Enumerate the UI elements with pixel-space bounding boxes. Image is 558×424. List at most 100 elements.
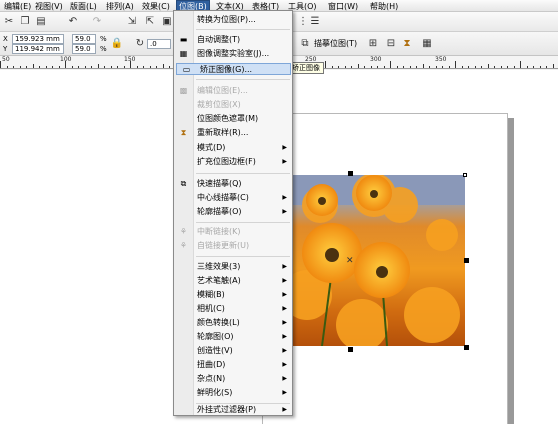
height-scale-field[interactable]: 59.0 [72, 44, 96, 54]
bitmap-options-icon[interactable]: ▦ [420, 37, 434, 51]
menu-item-color-transform[interactable]: 颜色转换(L) ▶ [174, 317, 292, 329]
flower-photo[interactable] [292, 175, 465, 346]
export-icon[interactable]: ⇱ [143, 15, 157, 29]
rotate-icon[interactable]: ↻ [133, 37, 147, 51]
auto-adjust-icon: ▬ [179, 35, 188, 44]
menu-item-plugins[interactable]: 外挂式过滤器(P) ▶ [174, 404, 292, 416]
menu-item-label: 模式(D) [197, 143, 226, 152]
import-icon[interactable]: ⇲ [125, 15, 139, 29]
launcher-icon[interactable]: ▣ [160, 15, 174, 29]
menu-item-label: 图像调整实验室(J)... [197, 49, 270, 58]
menu-item-convert-to-bitmap[interactable]: 转换为位图(P)... [174, 14, 292, 26]
cut-icon[interactable]: ✂ [2, 15, 16, 29]
menu-item-3d-effects[interactable]: 三维效果(3) ▶ [174, 261, 292, 273]
menu-item-label: 模糊(B) [197, 290, 225, 299]
menu-item-label: 三维效果(3) [197, 262, 241, 271]
paste-icon[interactable]: ▤ [34, 15, 48, 29]
ruler-tick [364, 66, 365, 68]
tooltip: 矫正图像 [288, 62, 324, 74]
ruler-tick [91, 66, 92, 68]
menu-edit[interactable]: 编辑(E) [2, 1, 33, 12]
y-label: Y [3, 45, 8, 53]
ruler-tick [338, 66, 339, 68]
menu-item-inflate-bitmap[interactable]: 扩充位图边框(F) ▶ [174, 156, 292, 168]
menu-item-centerline-trace[interactable]: 中心线描摹(C) ▶ [174, 192, 292, 204]
selection-handle[interactable] [348, 347, 353, 352]
width-scale-field[interactable]: 59.0 [72, 34, 96, 44]
ruler-tick [442, 66, 443, 68]
resample-toolbar-icon[interactable]: ⧗ [400, 37, 414, 51]
menu-item-bitmap-color-mask[interactable]: 位图颜色遮罩(M) [174, 113, 292, 125]
edit-bitmap-toolbar-icon[interactable]: ⊟ [384, 37, 398, 51]
menu-effects[interactable]: 效果(C) [140, 1, 172, 12]
x-position-field[interactable]: 159.923 mm [12, 34, 64, 44]
ruler-tick [409, 66, 411, 68]
rotation-field[interactable]: .0 [147, 39, 171, 49]
menu-item-label: 创造性(V) [197, 346, 233, 355]
menu-item-blur[interactable]: 模糊(B) ▶ [174, 289, 292, 301]
menu-item-label: 矫正图像(G)... [200, 65, 253, 74]
menu-item-label: 杂点(N) [197, 374, 226, 383]
ruler-tick [526, 66, 528, 68]
selection-handle[interactable] [463, 173, 467, 177]
menu-item-label: 扩充位图边框(F) [197, 157, 256, 166]
ruler-tick [552, 64, 554, 68]
menu-item-distort[interactable]: 扭曲(D) ▶ [174, 359, 292, 371]
x-label: X [3, 35, 8, 43]
menu-item-straighten-image[interactable]: ▭ 矫正图像(G)... [176, 63, 291, 75]
quick-trace-icon: ⧉ [180, 179, 187, 188]
resample-icon: ⧗ [180, 128, 187, 137]
menu-help[interactable]: 帮助(H) [368, 1, 400, 12]
ruler-tick [13, 66, 14, 68]
page-shadow [508, 118, 514, 424]
trace-bitmap-button[interactable]: 描摹位图(T) [314, 39, 357, 49]
height-unit: % [100, 45, 107, 53]
options-icon[interactable]: ☰ [308, 15, 322, 29]
ruler-tick [370, 66, 372, 68]
ruler-tick [396, 66, 398, 68]
menu-item-label: 编辑位图(E)... [197, 86, 248, 95]
menu-item-camera[interactable]: 相机(C) ▶ [174, 303, 292, 315]
submenu-arrow-icon: ▶ [282, 333, 287, 340]
menu-view[interactable]: 视图(V) [33, 1, 65, 12]
menu-item-art-strokes[interactable]: 艺术笔触(A) ▶ [174, 275, 292, 287]
lock-ratio-icon[interactable]: 🔒 [110, 37, 124, 51]
menu-separator [196, 173, 290, 174]
ruler-tick [39, 66, 40, 68]
menu-item-break-link[interactable]: ⚘ 中断链接(K) [174, 226, 292, 238]
y-position-field[interactable]: 119.942 mm [12, 44, 64, 54]
ruler-tick [383, 66, 385, 68]
undo-icon[interactable]: ↶ [66, 15, 80, 29]
submenu-arrow-icon: ▶ [282, 406, 287, 413]
menu-item-noise[interactable]: 杂点(N) ▶ [174, 373, 292, 385]
menu-item-sharpen[interactable]: 鲜明化(S) ▶ [174, 387, 292, 399]
menu-item-auto-adjust[interactable]: ▬ 自动调整(T) [174, 34, 292, 46]
menu-item-mode[interactable]: 模式(D) ▶ [174, 142, 292, 154]
menu-item-creative[interactable]: 创造性(V) ▶ [174, 345, 292, 357]
crop-bitmap-icon[interactable]: ⊞ [366, 37, 380, 51]
menu-item-image-adjustment-lab[interactable]: ▦ 图像调整实验室(J)... [174, 48, 292, 60]
ruler-tick [455, 61, 456, 68]
menu-layout[interactable]: 版面(L) [68, 1, 99, 12]
trace-icon: ⧉ [301, 38, 309, 49]
menu-item-label: 位图颜色遮罩(M) [197, 114, 259, 123]
selection-handle[interactable] [464, 345, 469, 350]
ruler-tick [520, 61, 521, 68]
selection-handle[interactable] [348, 171, 353, 176]
menu-item-quick-trace[interactable]: ⧉ 快速描摹(Q) [174, 178, 292, 190]
menu-item-contour[interactable]: 轮廓图(O) ▶ [174, 331, 292, 343]
copy-icon[interactable]: ❐ [18, 15, 32, 29]
ruler-tick [468, 66, 469, 68]
redo-icon[interactable]: ↷ [90, 15, 104, 29]
width-unit: % [100, 35, 107, 43]
selection-handle[interactable] [464, 258, 469, 263]
menu-item-update-from-link[interactable]: ⚘ 自链接更新(U) [174, 240, 292, 252]
ruler-tick [26, 66, 27, 68]
menu-item-crop-bitmap[interactable]: 裁剪位图(X) [174, 99, 292, 111]
menu-window[interactable]: 窗口(W) [326, 1, 360, 12]
menu-arrange[interactable]: 排列(A) [104, 1, 136, 12]
ruler-tick [6, 66, 8, 68]
menu-item-outline-trace[interactable]: 轮廓描摹(O) ▶ [174, 206, 292, 218]
menu-item-resample[interactable]: ⧗ 重新取样(R)... [174, 127, 292, 139]
menu-item-edit-bitmap[interactable]: ▩ 编辑位图(E)... [174, 85, 292, 97]
